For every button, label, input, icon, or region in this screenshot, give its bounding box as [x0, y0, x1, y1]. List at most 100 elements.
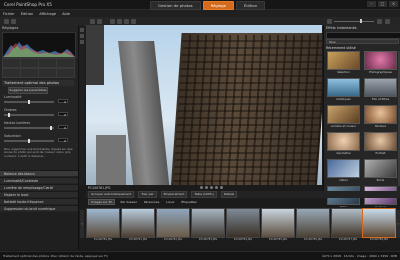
zoom-slider[interactable] [334, 20, 374, 22]
straighten-icon[interactable] [117, 18, 122, 24]
tab-by-folder[interactable]: Par dossier [118, 200, 138, 204]
redo-icon[interactable] [11, 18, 16, 24]
effect-item[interactable]: Lumière et couleur [327, 105, 360, 130]
select-tool-icon[interactable] [80, 34, 84, 38]
sort-button[interactable]: Trier par [138, 191, 157, 198]
menu-view[interactable]: Affichage [39, 12, 56, 16]
maximize-icon[interactable]: □ [378, 1, 387, 7]
zoom-in-icon[interactable] [377, 18, 382, 24]
effect-item[interactable]: Photographiques [364, 51, 397, 76]
location-button[interactable]: Emplacement [160, 191, 188, 198]
dropper-tool-icon[interactable] [80, 40, 84, 44]
slider-knob[interactable] [28, 100, 30, 104]
filmstrip-item-selected[interactable]: P1100788.JPG [362, 208, 396, 246]
depth-field-icon[interactable] [56, 68, 75, 78]
redeye-tool-icon[interactable] [38, 58, 57, 68]
filmstrip-item[interactable]: P1100785.JPG [261, 208, 295, 246]
crop-icon[interactable] [110, 18, 115, 24]
clone-tool-icon[interactable] [2, 68, 21, 78]
shadows-value[interactable]: 0 [58, 112, 68, 117]
crop-tool-icon[interactable] [2, 58, 21, 68]
slider-knob[interactable] [50, 126, 52, 130]
accordion-brightness[interactable]: Luminosité/Contraste [0, 177, 78, 183]
straighten-tool-icon[interactable] [20, 58, 39, 68]
effect-label: Portrait [375, 151, 386, 155]
slider-label: Hautes lumières [4, 121, 30, 125]
effects-category-select[interactable]: Tous [326, 39, 399, 44]
accordion-noise[interactable]: Suppression du bruit numérique [0, 205, 78, 211]
details-button[interactable]: Détails [220, 191, 238, 198]
effects-search-input[interactable] [326, 32, 400, 39]
fit-icon[interactable] [385, 18, 390, 24]
clone-icon[interactable] [131, 18, 136, 24]
effect-item[interactable]: Détail [327, 159, 360, 184]
accordion-local[interactable]: Majorer le local [0, 191, 78, 197]
tab-adjust[interactable]: Réglage [202, 1, 234, 10]
shadows-slider[interactable] [4, 113, 54, 117]
rotate-right-icon[interactable] [97, 18, 102, 24]
accordion-sharpness[interactable]: Netteté haute-fréquence [0, 198, 78, 204]
minimize-icon[interactable]: – [367, 1, 376, 7]
suggest-settings-button[interactable]: Suggérer les paramètres [8, 87, 48, 94]
zoom-knob[interactable] [360, 19, 362, 23]
tab-tags[interactable]: Étiquettes [179, 200, 198, 204]
slider-knob[interactable] [8, 113, 10, 117]
tab-people[interactable]: Personnes [142, 200, 161, 204]
tab-pc-images[interactable]: Images sur PC [88, 198, 116, 205]
effect-item[interactable]: Film et filtres [364, 78, 397, 103]
filmstrip-item[interactable]: P1100781.JPG [121, 208, 155, 246]
filmstrip-item[interactable]: P1100786.JPG [296, 208, 330, 246]
scroll-right-icon[interactable]: › [396, 210, 400, 238]
effect-item[interactable]: Bords [364, 159, 397, 184]
tab-places[interactable]: Lieux [164, 200, 176, 204]
pan-tool-icon[interactable] [80, 28, 84, 32]
effect-item[interactable]: Peinture [364, 105, 397, 130]
filmstrip-item[interactable]: P1100784.JPG [226, 208, 260, 246]
size-button[interactable]: Taille (100%) [191, 191, 217, 198]
effect-thumbnail [364, 51, 397, 70]
makeover-tool-icon[interactable] [56, 58, 75, 68]
menu-file[interactable]: Fichier [3, 12, 15, 16]
smart-carver-icon[interactable] [38, 68, 57, 78]
scratch-tool-icon[interactable] [20, 68, 39, 78]
filmstrip-item[interactable]: P1100787.JPG [331, 208, 365, 246]
tab-edit[interactable]: Édition [235, 1, 266, 10]
tab-manage[interactable]: Gestion de photos [150, 1, 201, 10]
brightness-value[interactable]: 0 [58, 99, 68, 104]
accordion-fill-light[interactable]: Lumière de remplissage/Clarté [0, 184, 78, 190]
menu-edit[interactable]: Édition [21, 12, 33, 16]
panel-title: Réglages [2, 26, 19, 30]
saturation-value[interactable]: 0 [58, 138, 68, 143]
grip-dot [205, 186, 208, 189]
group-auto-button[interactable]: Grouper automatiquement [88, 191, 135, 198]
menu-help[interactable]: Aide [62, 12, 70, 16]
grip-dots[interactable] [200, 186, 223, 189]
highlights-value[interactable]: 0 [58, 125, 68, 130]
effect-item[interactable]: Portrait [364, 132, 397, 157]
grip-dot [215, 186, 218, 189]
scroll-left-icon[interactable]: ‹ [80, 210, 84, 238]
effect-item[interactable]: Sélection [327, 51, 360, 76]
undo-icon[interactable] [4, 18, 9, 24]
effect-thumbnail [327, 51, 360, 70]
effect-item[interactable]: Géométrie [327, 132, 360, 157]
filmstrip-item[interactable]: P1100782.JPG [156, 208, 190, 246]
effect-label: Photographiques [369, 70, 392, 74]
filmstrip-item[interactable]: P1100780.JPG [86, 208, 120, 246]
saturation-slider[interactable] [4, 139, 54, 143]
accordion-white-balance[interactable]: Balance des blancs [0, 170, 78, 176]
zoom-out-icon[interactable] [327, 18, 332, 24]
rotate-left-icon[interactable] [90, 18, 95, 24]
close-icon[interactable]: × [389, 1, 398, 7]
effect-item[interactable]: Artistiques [327, 78, 360, 103]
redeye-icon[interactable] [124, 18, 129, 24]
brightness-slider[interactable] [4, 100, 54, 104]
filmstrip-item[interactable]: P1100783.JPG [191, 208, 225, 246]
effect-thumbnail [327, 132, 360, 151]
effect-thumbnail [327, 105, 360, 124]
image-canvas[interactable] [86, 25, 322, 185]
smartfix-section[interactable]: Traitement optimal des photos [2, 80, 74, 86]
slider-knob[interactable] [28, 139, 30, 143]
highlights-slider[interactable] [4, 126, 54, 130]
grip-dot [200, 186, 203, 189]
